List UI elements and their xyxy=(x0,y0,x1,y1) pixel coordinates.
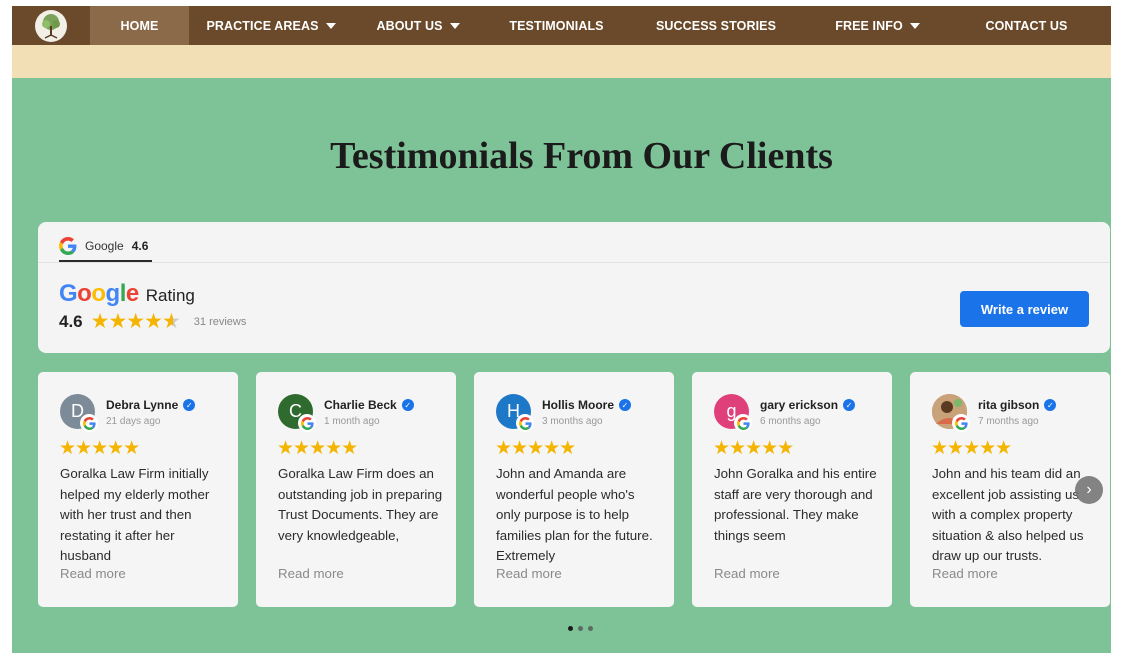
read-more-link[interactable]: Read more xyxy=(278,566,344,581)
star-icon: ★★★★★ xyxy=(495,438,576,459)
review-card: C Charlie Beck ✓ 1 month ago ★★★★★ Goralk… xyxy=(256,372,456,607)
nav-about-us-label: ABOUT US xyxy=(376,18,443,33)
section-title: Testimonials From Our Clients xyxy=(330,135,833,177)
nav-about-us[interactable]: ABOUT US xyxy=(353,6,483,45)
read-more-link[interactable]: Read more xyxy=(714,566,780,581)
google-g-icon xyxy=(59,237,77,255)
verified-check-icon: ✓ xyxy=(1044,399,1057,411)
verified-check-icon: ✓ xyxy=(183,399,196,411)
write-review-button[interactable]: Write a review xyxy=(960,291,1089,327)
star-icon: ★★★★★ xyxy=(277,438,358,459)
star-icon: ★★★★★ xyxy=(59,438,140,459)
read-more-link[interactable]: Read more xyxy=(496,566,562,581)
carousel-dot[interactable] xyxy=(588,626,593,631)
carousel-dot[interactable] xyxy=(578,626,583,631)
reviewer-name-row: rita gibson ✓ xyxy=(978,398,1057,412)
review-count: 31 reviews xyxy=(193,315,247,328)
google-tab-score: 4.6 xyxy=(131,239,149,253)
caret-down-icon xyxy=(909,22,920,29)
google-wordmark: Google xyxy=(59,280,139,307)
nav-free-info-label: FREE INFO xyxy=(835,18,903,33)
nav-success-stories[interactable]: SUCCESS STORIES xyxy=(630,6,802,45)
google-rating-title: Google Rating xyxy=(59,280,195,308)
nav-free-info[interactable]: FREE INFO xyxy=(802,6,953,45)
tree-logo-icon[interactable] xyxy=(12,6,90,45)
caret-down-icon xyxy=(449,22,460,29)
caret-down-icon xyxy=(325,22,336,29)
rating-label: Rating xyxy=(145,286,195,305)
quote-icon: ” xyxy=(1034,45,1095,78)
verified-check-icon: ✓ xyxy=(843,399,856,411)
nav-contact-us[interactable]: CONTACT US xyxy=(953,6,1100,45)
verified-check-icon: ✓ xyxy=(619,399,632,411)
nav-testimonials-label: TESTIMONIALS xyxy=(509,18,604,33)
review-card: g gary erickson ✓ 6 months ago ★★★★★ John… xyxy=(692,372,892,607)
page-frame: HOME PRACTICE AREAS ABOUT US TESTIMONIAL… xyxy=(12,6,1111,653)
google-g-icon xyxy=(516,414,534,432)
reviewer-name-row: Hollis Moore ✓ xyxy=(542,398,632,412)
reviewer-name-row: Charlie Beck ✓ xyxy=(324,398,414,412)
review-text: John Goralka and his entire staff are ve… xyxy=(714,466,877,543)
review-date: 3 months ago xyxy=(542,416,603,427)
review-date: 7 months ago xyxy=(978,416,1039,427)
star-icon: ★★★★★ xyxy=(713,438,794,459)
read-more-link[interactable]: Read more xyxy=(60,566,126,581)
review-card: D Debra Lynne ✓ 21 days ago ★★★★★ Goralka… xyxy=(38,372,238,607)
carousel-dot[interactable] xyxy=(568,626,573,631)
top-nav: HOME PRACTICE AREAS ABOUT US TESTIMONIAL… xyxy=(12,6,1111,45)
review-date: 1 month ago xyxy=(324,416,380,427)
score-row: 4.6 ★★★★★ 31 reviews xyxy=(59,311,246,332)
reviewer-name-row: gary erickson ✓ xyxy=(760,398,856,412)
star-icon: ★★★★★ xyxy=(931,438,1012,459)
chevron-right-icon[interactable]: › xyxy=(1075,476,1103,504)
nav-success-stories-label: SUCCESS STORIES xyxy=(655,18,777,33)
reviewer-name: gary erickson xyxy=(760,398,839,412)
review-date: 21 days ago xyxy=(106,416,161,427)
nav-home[interactable]: HOME xyxy=(90,6,189,45)
google-g-icon xyxy=(952,414,970,432)
review-text: Goralka Law Firm does an outstanding job… xyxy=(278,466,443,543)
verified-check-icon: ✓ xyxy=(401,399,414,411)
google-g-icon xyxy=(80,414,98,432)
reviewer-name: rita gibson xyxy=(978,398,1040,412)
header-band: ” xyxy=(12,45,1111,78)
reviewer-name: Debra Lynne xyxy=(106,398,179,412)
star-icon: ★★★★★ xyxy=(90,310,181,333)
reviewer-name-row: Debra Lynne ✓ xyxy=(106,398,196,412)
google-tab-label: Google xyxy=(85,239,124,253)
nav-home-label: HOME xyxy=(120,18,159,33)
reviewer-name: Charlie Beck xyxy=(324,398,397,412)
review-text: Goralka Law Firm initially helped my eld… xyxy=(60,466,210,563)
review-text: John and Amanda are wonderful people who… xyxy=(496,466,653,563)
rating-score: 4.6 xyxy=(59,311,83,331)
read-more-link[interactable]: Read more xyxy=(932,566,998,581)
nav-practice-areas[interactable]: PRACTICE AREAS xyxy=(189,6,353,45)
nav-testimonials[interactable]: TESTIMONIALS xyxy=(483,6,630,45)
review-text: John and his team did an excellent job a… xyxy=(932,466,1084,563)
review-date: 6 months ago xyxy=(760,416,821,427)
reviewer-name: Hollis Moore xyxy=(542,398,615,412)
google-rating-panel: Google 4.6 Google Rating 4.6 ★★★★★ 31 re… xyxy=(38,222,1110,353)
carousel-dots xyxy=(568,626,593,631)
nav-practice-areas-label: PRACTICE AREAS xyxy=(206,18,319,33)
panel-divider xyxy=(38,262,1110,263)
google-g-icon xyxy=(298,414,316,432)
review-card: H Hollis Moore ✓ 3 months ago ★★★★★ John … xyxy=(474,372,674,607)
nav-contact-us-label: CONTACT US xyxy=(985,18,1068,33)
google-source-tab[interactable]: Google 4.6 xyxy=(59,232,152,262)
google-g-icon xyxy=(734,414,752,432)
